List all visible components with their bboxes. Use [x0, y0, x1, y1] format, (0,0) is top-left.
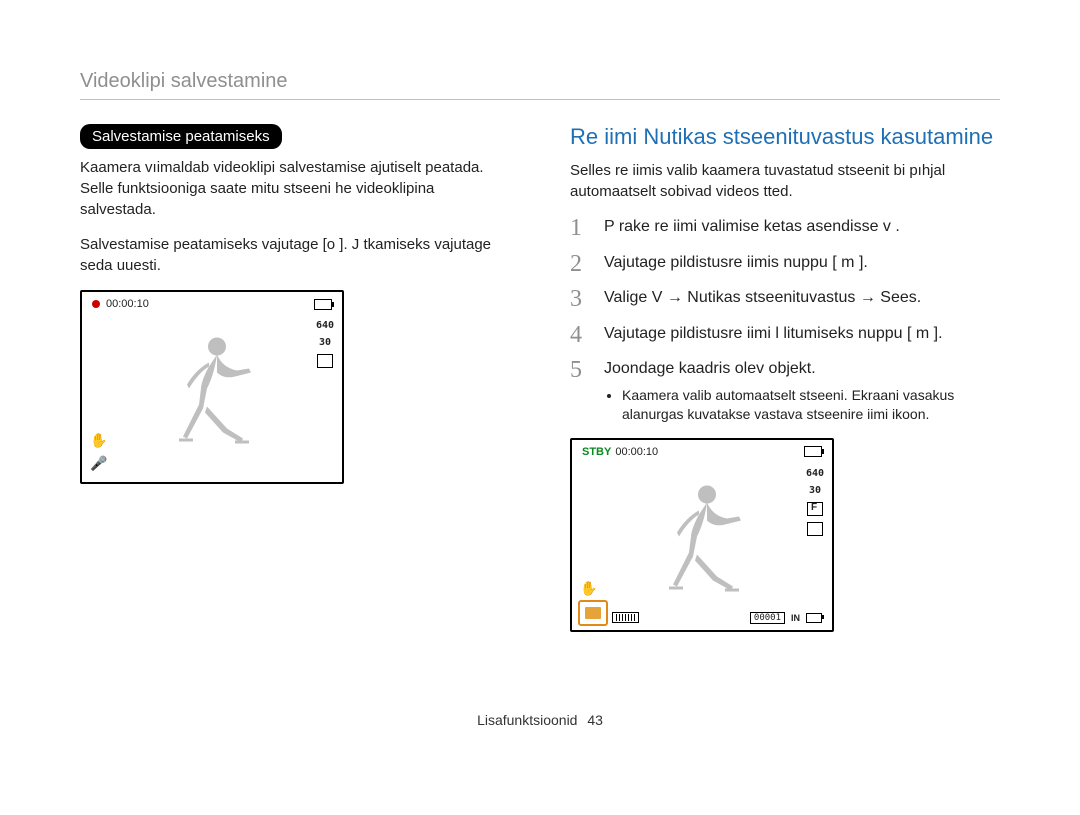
- exposure-scale-icon: [612, 612, 639, 623]
- pause-paragraph-1: Kaamera vıimaldab videoklipi salvestamis…: [80, 157, 510, 220]
- resolution-badge: 640: [316, 320, 334, 331]
- page-number: 43: [587, 712, 603, 728]
- resolution-badge: 640: [806, 468, 824, 479]
- stabilization-icon: ✋: [580, 580, 597, 597]
- right-column: Re iimi Nutikas stseenituvastus kasutami…: [570, 124, 1000, 632]
- section-pill-pause: Salvestamise peatamiseks: [80, 124, 282, 149]
- smart-scene-heading: Re iimi Nutikas stseenituvastus kasutami…: [570, 124, 1000, 150]
- left-column: Salvestamise peatamiseks Kaamera vıimald…: [80, 124, 510, 632]
- camera-screen-standby: STBY 00:00:10 640 30 ✋ 🎤: [570, 438, 834, 632]
- storage-in-label: IN: [791, 613, 800, 623]
- stby-label: STBY: [582, 446, 611, 458]
- stby-timer: 00:00:10: [615, 446, 658, 458]
- footer-section-label: Lisafunktsioonid: [477, 712, 577, 728]
- battery-small-icon: [806, 613, 822, 623]
- battery-icon: [804, 446, 822, 457]
- page-footer: Lisafunktsioonid 43: [80, 712, 1000, 728]
- camera-screen-recording: 00:00:10 640 30 ✋ 🎤: [80, 290, 344, 484]
- step-2: Vajutage pildistusre iimis nuppu [ m ].: [570, 252, 1000, 274]
- pause-paragraph-2: Salvestamise peatamiseks vajutage [o ]. …: [80, 234, 510, 276]
- step-4: Vajutage pildistusre iimi l litumiseks n…: [570, 323, 1000, 345]
- step-1: P rake re iimi valimise ketas asendisse …: [570, 216, 1000, 238]
- skater-silhouette-icon: [157, 329, 267, 459]
- display-mode-icon: [317, 354, 333, 368]
- frame-counter: 00001: [750, 612, 785, 624]
- step-3: Valige V → Nutikas stseenituvastus → See…: [570, 287, 1000, 309]
- display-mode-icon: [807, 522, 823, 536]
- f-mode-icon: [807, 502, 823, 516]
- battery-icon: [314, 299, 332, 310]
- microphone-icon: 🎤: [90, 455, 107, 472]
- page-title: Videoklipi salvestamine: [80, 70, 1000, 100]
- fps-badge: 30: [319, 337, 331, 348]
- skater-silhouette-icon: [647, 476, 757, 606]
- fps-badge: 30: [809, 485, 821, 496]
- record-dot-icon: [92, 300, 100, 308]
- step-5-sub: Kaamera valib automaatselt stseeni. Ekra…: [622, 386, 1000, 424]
- steps-list: P rake re iimi valimise ketas asendisse …: [570, 216, 1000, 424]
- scene-mode-highlight-icon: [578, 600, 608, 626]
- record-timer: 00:00:10: [106, 298, 149, 310]
- step-5-text: Joondage kaadris olev objekt.: [604, 360, 816, 377]
- step-5: Joondage kaadris olev objekt. Kaamera va…: [570, 358, 1000, 423]
- smart-scene-intro: Selles re iimis valib kaamera tuvastatud…: [570, 160, 1000, 202]
- stabilization-icon: ✋: [90, 432, 107, 449]
